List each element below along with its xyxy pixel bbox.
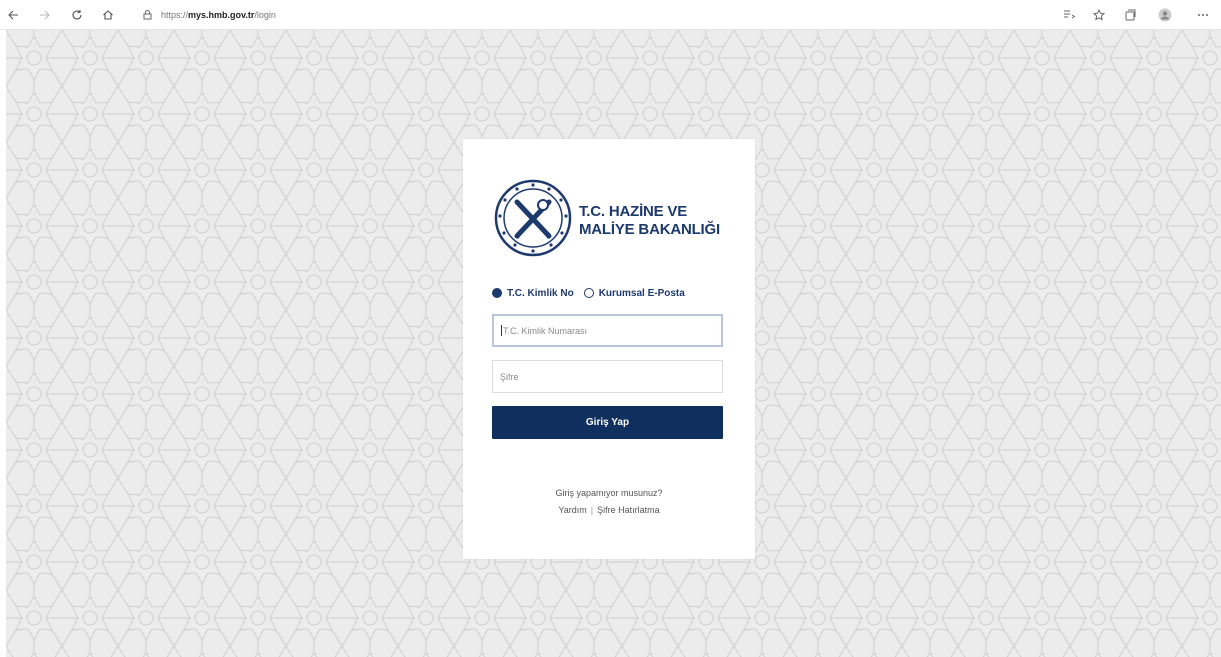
more-icon[interactable] — [1194, 6, 1212, 24]
link-separator: | — [590, 505, 594, 515]
radio-tc-kimlik[interactable]: T.C. Kimlik No — [492, 288, 574, 299]
refresh-icon[interactable] — [68, 6, 86, 24]
ministry-name-line2: MALİYE BAKANLIĞI — [579, 221, 720, 238]
radio-unchecked-icon[interactable] — [583, 288, 594, 298]
profile-icon[interactable] — [1156, 6, 1174, 24]
help-link[interactable]: Yardım — [558, 505, 586, 515]
password-placeholder: Şifre — [500, 371, 519, 382]
radio-tc-label: T.C. Kimlik No — [507, 287, 574, 299]
login-card: T.C. HAZİNE VE MALİYE BAKANLIĞI T.C. Kim… — [463, 139, 755, 559]
reading-view-icon[interactable] — [1059, 6, 1077, 24]
forward-icon[interactable] — [36, 6, 54, 24]
home-icon[interactable] — [99, 6, 117, 24]
back-icon[interactable] — [4, 6, 22, 24]
login-button[interactable]: Giriş Yap — [492, 406, 723, 439]
lock-icon[interactable] — [143, 10, 153, 20]
url-scheme: https:// — [161, 10, 189, 20]
ministry-seal-logo — [494, 179, 572, 257]
radio-email-label: Kurumsal E-Posta — [598, 287, 685, 299]
radio-kurumsal-eposta[interactable]: Kurumsal E-Posta — [583, 287, 685, 299]
radio-checked-icon[interactable] — [492, 288, 502, 298]
password-input[interactable]: Şifre — [492, 360, 723, 393]
tc-kimlik-input[interactable]: T.C. Kimlik Numarası — [492, 314, 723, 347]
address-bar[interactable]: https://mys.hmb.gov.tr/login — [143, 4, 1013, 26]
browser-toolbar: https://mys.hmb.gov.tr/login — [0, 0, 1221, 30]
ministry-name: T.C. HAZİNE VE MALİYE BAKANLIĞI — [579, 203, 749, 239]
help-links: Yardım | Şifre Hatırlatma — [463, 505, 755, 515]
login-method-group: T.C. Kimlik No Kurumsal E-Posta — [492, 285, 732, 301]
text-caret — [501, 325, 502, 336]
password-reminder-link[interactable]: Şifre Hatırlatma — [597, 505, 660, 515]
url-host: mys.hmb.gov.tr — [188, 10, 255, 20]
ministry-name-line1: T.C. HAZİNE VE — [579, 203, 688, 220]
url-path: /login — [254, 10, 276, 20]
collections-icon[interactable] — [1121, 6, 1139, 24]
tc-kimlik-placeholder: T.C. Kimlik Numarası — [503, 325, 588, 336]
favorites-icon[interactable] — [1090, 6, 1108, 24]
help-question: Giriş yapamıyor musunuz? — [555, 488, 663, 498]
page-background: T.C. HAZİNE VE MALİYE BAKANLIĞI T.C. Kim… — [6, 30, 1221, 657]
